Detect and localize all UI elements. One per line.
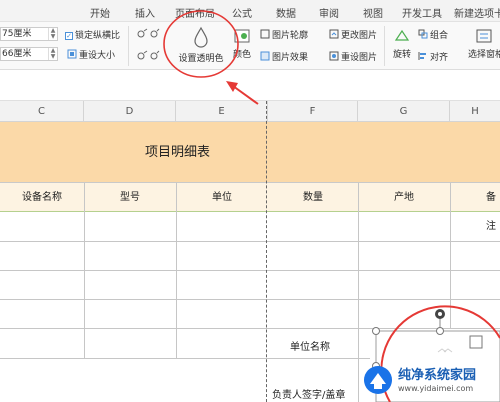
watermark-logo-icon	[364, 366, 392, 394]
resize-handle[interactable]	[372, 327, 380, 335]
pointer-arrow	[232, 85, 259, 105]
stamp-box	[469, 335, 483, 349]
arrow-head-icon	[226, 81, 238, 92]
stamp-text-icon	[437, 348, 453, 353]
watermark-text: 纯净系统家园	[398, 368, 477, 383]
resize-handle[interactable]	[436, 327, 444, 335]
watermark: 纯净系统家园 www.yidaimei.com	[362, 360, 500, 402]
annotation-overlay	[163, 10, 500, 402]
highlight-circle	[163, 10, 239, 78]
watermark-url: www.yidaimei.com	[398, 384, 474, 393]
